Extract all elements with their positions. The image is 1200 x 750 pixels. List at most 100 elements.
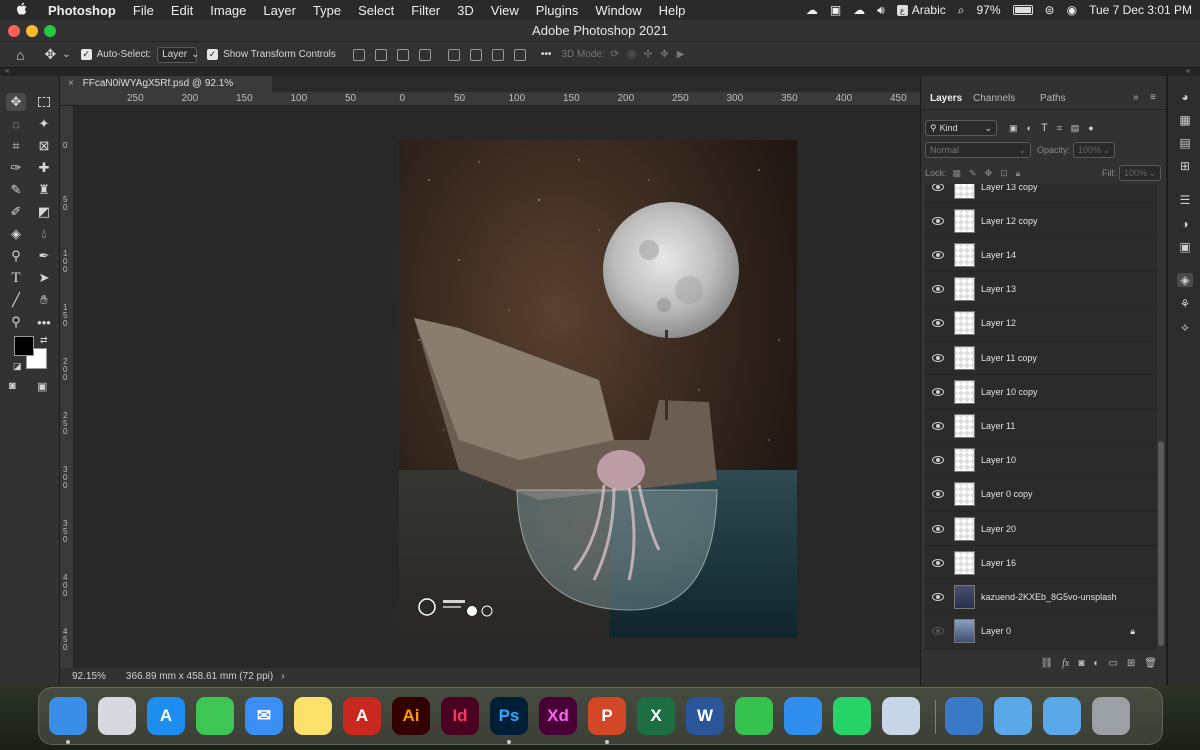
align-left-icon[interactable] (352, 48, 365, 61)
word-icon[interactable]: W (686, 697, 724, 735)
eye-hidden-icon[interactable] (932, 627, 944, 636)
layer-filter-dropdown[interactable]: ⚲ Kind ⌄ (925, 120, 997, 136)
hand-tool-icon[interactable]: ✋︎ (34, 291, 54, 309)
blend-mode-dropdown[interactable]: Normal ⌄ (925, 142, 1031, 158)
home-icon[interactable]: ⌂ (16, 47, 24, 63)
document-tab[interactable]: × FFcaN0iWYAgX5Rf.psd @ 92.1% (RGB/8#) (60, 76, 272, 105)
eye-icon[interactable] (932, 319, 944, 328)
layer-row[interactable]: Layer 12 (925, 307, 1157, 341)
properties-panel-icon[interactable]: ☰ (1177, 193, 1193, 207)
magic-wand-tool-icon[interactable]: ✦ (34, 115, 54, 133)
menu-window[interactable]: Window (595, 3, 641, 18)
indesign-icon[interactable]: Id (441, 697, 479, 735)
layer-row[interactable]: Layer 10 copy (925, 375, 1157, 410)
safari-icon[interactable] (784, 697, 822, 735)
menu-filter[interactable]: Filter (411, 3, 440, 18)
layer-row[interactable]: kazuend-2KXEb_8G5vo-unsplash (925, 580, 1157, 615)
launchpad-icon[interactable] (98, 697, 136, 735)
menu-select[interactable]: Select (358, 3, 394, 18)
facetime-icon[interactable] (735, 697, 773, 735)
distribute-icon[interactable] (418, 48, 431, 61)
notes-icon[interactable] (294, 697, 332, 735)
lasso-tool-icon[interactable]: ◌ (6, 115, 26, 133)
align-top-icon[interactable] (447, 48, 460, 61)
applications-folder-icon[interactable] (994, 697, 1032, 735)
new-adjustment-layer-icon[interactable]: ◐ (1093, 658, 1099, 669)
status-chevron-icon[interactable]: › (281, 671, 284, 682)
filter-pixel-icon[interactable]: ▣ (1009, 123, 1018, 134)
close-tab-icon[interactable]: × (68, 78, 74, 89)
brush-tool-icon[interactable]: ✎ (6, 181, 26, 199)
clone-stamp-tool-icon[interactable]: ♜ (34, 181, 54, 199)
horizontal-ruler[interactable]: 250 200 150 100 50 0 50 100 150 200 250 300 350 400 45… (60, 92, 920, 106)
illustrator-icon[interactable]: Ai (392, 697, 430, 735)
opacity-field[interactable]: 100% ⌄ (1073, 142, 1116, 158)
spotlight-search-icon[interactable]: ⌕ (958, 3, 965, 18)
3d-orbit-icon[interactable]: ⟳ (611, 49, 619, 60)
preview-icon[interactable] (882, 697, 920, 735)
3d-drag-icon[interactable]: ✣ (644, 49, 652, 60)
more-options-icon[interactable]: ••• (541, 49, 552, 60)
menu-image[interactable]: Image (210, 3, 246, 18)
lock-icon[interactable]: 🔒︎ (1130, 626, 1135, 637)
auto-select-checkbox[interactable]: ✓ (80, 49, 92, 60)
panel-collapse-icon[interactable]: » (1133, 92, 1139, 103)
layer-list-scrollbar[interactable] (1158, 441, 1164, 646)
eye-icon[interactable] (932, 490, 944, 499)
menu-app-name[interactable]: Photoshop (48, 3, 116, 18)
menu-view[interactable]: View (491, 3, 519, 18)
collapse-left-icon[interactable]: « (5, 66, 9, 75)
move-tool-icon[interactable]: ✥ (6, 93, 26, 111)
downloads-folder-icon[interactable] (1043, 697, 1081, 735)
align-hcenter-icon[interactable] (374, 48, 387, 61)
default-colors-icon[interactable]: ◪ (13, 361, 22, 372)
new-group-icon[interactable]: ▭ (1108, 658, 1117, 669)
volume-icon[interactable]: 🔊︎ (877, 3, 885, 18)
creative-cloud-icon[interactable]: ☁ (806, 3, 818, 17)
layer-row[interactable]: Layer 13 (925, 273, 1157, 307)
lock-artboard-icon[interactable]: ⊡ (1000, 168, 1008, 179)
channels-panel-icon[interactable]: ⚘ (1177, 297, 1193, 311)
3d-camera-icon[interactable]: ▶ (677, 49, 685, 60)
lock-transparent-icon[interactable]: ▦ (953, 168, 962, 179)
layer-row[interactable]: Layer 12 copy (925, 204, 1157, 239)
eye-icon[interactable] (932, 421, 944, 430)
align-vcenter-icon[interactable] (469, 48, 482, 61)
pen-tool-icon[interactable]: ✒ (34, 247, 54, 265)
screen-mode-icon[interactable]: ▣ (37, 380, 47, 393)
adjustments-panel-icon[interactable]: ◑ (1177, 217, 1193, 231)
eye-icon[interactable] (932, 387, 944, 396)
powerpoint-icon[interactable]: P (588, 697, 626, 735)
layer-row[interactable]: Layer 11 (925, 409, 1157, 444)
whatsapp-icon[interactable] (833, 697, 871, 735)
vertical-ruler[interactable]: 0 50 100 150 200 250 300 350 400 450 (60, 106, 74, 668)
menu-help[interactable]: Help (659, 3, 686, 18)
delete-layer-icon[interactable]: 🗑︎ (1144, 658, 1157, 669)
history-brush-tool-icon[interactable]: ✐ (6, 203, 26, 221)
crop-tool-icon[interactable]: ⌗ (6, 137, 26, 155)
filter-type-icon[interactable]: T (1041, 122, 1048, 134)
zoom-tool-icon[interactable]: ⚲ (6, 313, 26, 331)
more-tools-icon[interactable]: ••• (34, 313, 54, 331)
collapse-right-icon[interactable]: « (1186, 66, 1190, 75)
align-right-icon[interactable] (396, 48, 409, 61)
layer-style-icon[interactable]: fx (1062, 658, 1069, 669)
tool-preset-chevron-icon[interactable]: ⌄ (62, 49, 70, 60)
notification-icon[interactable]: ▣ (830, 3, 841, 17)
eraser-tool-icon[interactable]: ◩ (34, 203, 54, 221)
siri-icon[interactable]: ◉ (1067, 3, 1077, 17)
3d-roll-icon[interactable]: ◎ (627, 49, 636, 60)
swatches-panel-icon[interactable]: ▦ (1177, 113, 1193, 127)
eye-icon[interactable] (932, 456, 944, 465)
libraries-panel-icon[interactable]: ▣ (1177, 240, 1193, 254)
eye-icon[interactable] (932, 592, 944, 601)
3d-slide-icon[interactable]: ✥ (660, 49, 668, 60)
lock-image-icon[interactable]: ✎ (969, 168, 977, 179)
globe-icon[interactable] (945, 697, 983, 735)
menu-edit[interactable]: Edit (171, 3, 193, 18)
path-selection-tool-icon[interactable]: ➤ (34, 269, 54, 287)
photoshop-icon[interactable]: Ps (490, 697, 528, 735)
dodge-tool-icon[interactable]: ⚲ (6, 247, 26, 265)
gradients-panel-icon[interactable]: ▤ (1177, 136, 1193, 150)
layers-panel-icon[interactable]: ◈ (1177, 273, 1193, 287)
